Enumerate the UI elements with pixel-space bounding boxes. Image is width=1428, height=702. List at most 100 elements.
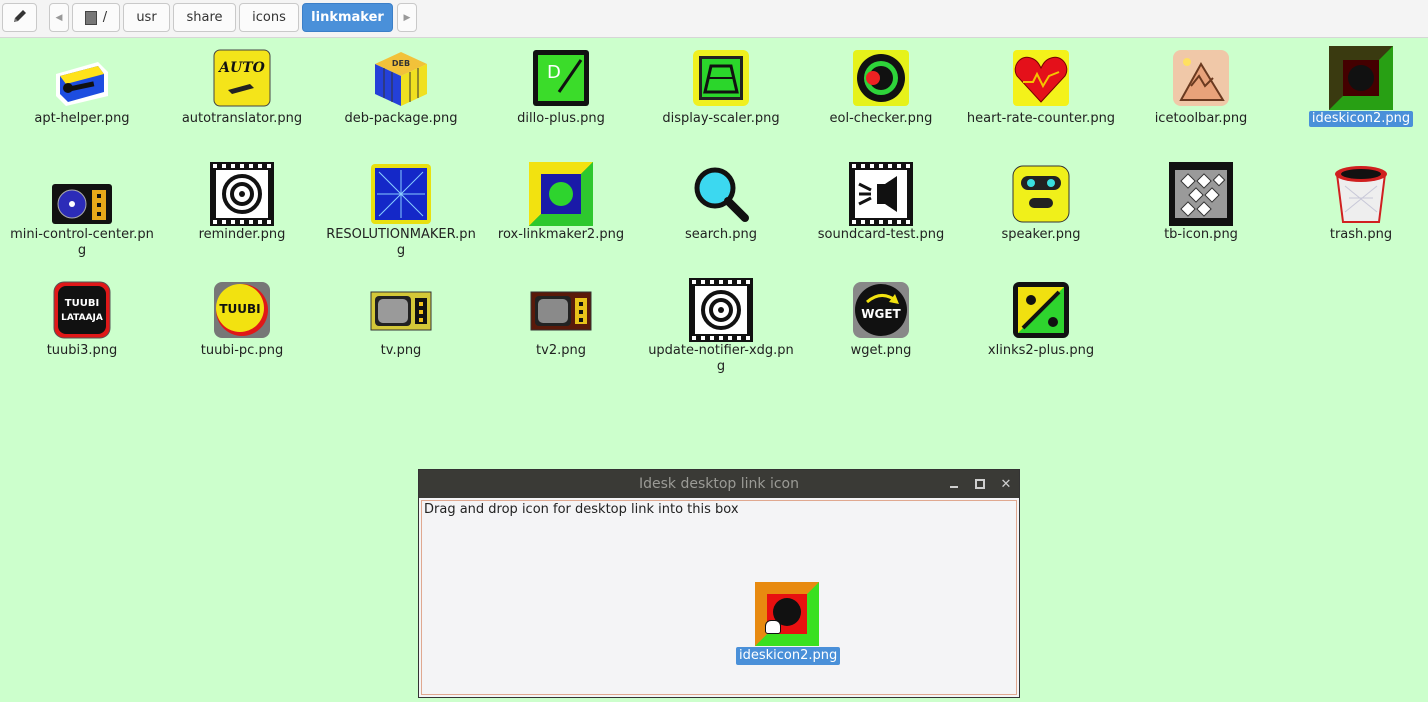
file-item[interactable]: update-notifier-xdg.png bbox=[641, 278, 801, 375]
mountain-icon bbox=[1169, 46, 1233, 110]
maximize-button[interactable] bbox=[971, 475, 989, 493]
crumb-icons-label: icons bbox=[252, 10, 286, 25]
deb-cube-icon: DEB bbox=[369, 46, 433, 110]
file-item[interactable]: icetoolbar.png bbox=[1121, 46, 1281, 127]
drive-icon bbox=[84, 10, 97, 25]
dropped-icon[interactable] bbox=[755, 582, 819, 646]
file-name: speaker.png bbox=[1001, 227, 1081, 242]
crumb-icons[interactable]: icons bbox=[239, 3, 299, 32]
file-item[interactable]: AUTO autotranslator.png bbox=[162, 46, 322, 127]
file-name-selected: ideskicon2.png bbox=[1308, 111, 1414, 127]
dialog-titlebar[interactable]: Idesk desktop link icon bbox=[419, 470, 1019, 498]
auto-icon-text: AUTO bbox=[217, 60, 265, 76]
file-item[interactable]: mini-control-center.png bbox=[2, 162, 162, 259]
dropped-icon-label: ideskicon2.png bbox=[736, 647, 841, 665]
file-item[interactable]: eol-checker.png bbox=[801, 46, 961, 127]
edit-location-button[interactable] bbox=[2, 3, 37, 32]
file-name: tuubi-pc.png bbox=[200, 343, 284, 358]
lataaja-icon-text: LATAAJA bbox=[61, 313, 103, 323]
file-item[interactable]: speaker.png bbox=[961, 162, 1121, 243]
file-item[interactable]: reminder.png bbox=[162, 162, 322, 243]
dialog-title: Idesk desktop link icon bbox=[638, 476, 799, 492]
xlinks-icon bbox=[1009, 278, 1073, 342]
ideskicon-icon bbox=[755, 582, 819, 646]
ideskicon-icon bbox=[1329, 46, 1393, 110]
file-name: tv.png bbox=[380, 343, 422, 358]
file-item[interactable]: tv2.png bbox=[481, 278, 641, 359]
file-item[interactable]: TUUBI tuubi-pc.png bbox=[162, 278, 322, 359]
file-name: update-notifier-xdg.png bbox=[648, 343, 794, 374]
file-name: rox-linkmaker2.png bbox=[497, 227, 625, 242]
file-name: tv2.png bbox=[536, 343, 586, 358]
file-name: apt-helper.png bbox=[34, 111, 130, 126]
filmstrip-spiral-icon bbox=[210, 162, 274, 226]
file-item[interactable]: trash.png bbox=[1281, 162, 1428, 243]
apt-helper-icon bbox=[50, 46, 114, 110]
file-item[interactable]: soundcard-test.png bbox=[801, 162, 961, 243]
crumb-root-label: / bbox=[102, 10, 108, 25]
crumb-linkmaker[interactable]: linkmaker bbox=[302, 3, 393, 32]
heart-icon bbox=[1009, 46, 1073, 110]
close-button[interactable]: ✕ bbox=[997, 475, 1015, 493]
auto-icon: AUTO bbox=[210, 46, 274, 110]
back-button[interactable]: ◀ bbox=[49, 3, 69, 32]
file-name: dillo-plus.png bbox=[517, 111, 605, 126]
idesk-dialog: Idesk desktop link icon ✕ Drag and drop … bbox=[418, 469, 1020, 698]
magnifier-icon bbox=[689, 162, 753, 226]
trash-icon bbox=[1329, 162, 1393, 226]
crumb-usr-label: usr bbox=[136, 10, 157, 25]
file-item[interactable]: heart-rate-counter.png bbox=[961, 46, 1121, 127]
chevron-left-icon: ◀ bbox=[55, 12, 63, 23]
file-item[interactable]: xlinks2-plus.png bbox=[961, 278, 1121, 359]
crumb-share-label: share bbox=[186, 10, 223, 25]
file-item[interactable]: display-scaler.png bbox=[641, 46, 801, 127]
file-item[interactable]: tb-icon.png bbox=[1121, 162, 1281, 243]
filmstrip-spiral-icon bbox=[689, 278, 753, 342]
grab-hand-icon bbox=[765, 620, 781, 634]
resolution-icon bbox=[369, 162, 433, 226]
tb-pattern-icon bbox=[1169, 162, 1233, 226]
file-item[interactable]: search.png bbox=[641, 162, 801, 243]
robot-face-icon bbox=[1009, 162, 1073, 226]
file-item[interactable]: DEB deb-package.png bbox=[321, 46, 481, 127]
file-name: deb-package.png bbox=[344, 111, 458, 126]
tv2-icon bbox=[529, 278, 593, 342]
drop-zone[interactable]: Drag and drop icon for desktop link into… bbox=[421, 500, 1017, 695]
file-item[interactable]: tv.png bbox=[321, 278, 481, 359]
wget-icon: WGET bbox=[849, 278, 913, 342]
file-name: icetoolbar.png bbox=[1154, 111, 1248, 126]
file-item[interactable]: D dillo-plus.png bbox=[481, 46, 641, 127]
chevron-right-icon: ▶ bbox=[403, 12, 411, 23]
deb-icon-text: DEB bbox=[392, 59, 410, 68]
close-icon: ✕ bbox=[1000, 476, 1012, 492]
tuubi-lataaja-icon: TUUBI LATAAJA bbox=[50, 278, 114, 342]
file-item[interactable]: RESOLUTIONMAKER.png bbox=[321, 162, 481, 259]
forward-button[interactable]: ▶ bbox=[397, 3, 417, 32]
file-name: reminder.png bbox=[198, 227, 286, 242]
tuubi-icon: TUUBI bbox=[210, 278, 274, 342]
dillo-icon: D bbox=[529, 46, 593, 110]
file-item[interactable]: TUUBI LATAAJA tuubi3.png bbox=[2, 278, 162, 359]
tv-icon bbox=[369, 278, 433, 342]
file-item[interactable]: apt-helper.png bbox=[2, 46, 162, 127]
file-item[interactable]: rox-linkmaker2.png bbox=[481, 162, 641, 243]
control-center-icon bbox=[50, 162, 114, 226]
file-name: display-scaler.png bbox=[662, 111, 780, 126]
file-name: heart-rate-counter.png bbox=[966, 111, 1116, 126]
minimize-icon bbox=[950, 486, 958, 488]
file-name: eol-checker.png bbox=[829, 111, 933, 126]
tuubi-pc-icon-text: TUUBI bbox=[219, 302, 260, 316]
file-item[interactable]: WGET wget.png bbox=[801, 278, 961, 359]
crumb-usr[interactable]: usr bbox=[123, 3, 170, 32]
file-name: soundcard-test.png bbox=[817, 227, 945, 242]
maximize-icon bbox=[975, 479, 985, 489]
file-item-selected[interactable]: ideskicon2.png bbox=[1281, 46, 1428, 127]
file-name: search.png bbox=[684, 227, 758, 242]
minimize-button[interactable] bbox=[945, 475, 963, 493]
crumb-share[interactable]: share bbox=[173, 3, 236, 32]
target-icon bbox=[849, 46, 913, 110]
crumb-root[interactable]: / bbox=[72, 3, 120, 32]
crumb-linkmaker-label: linkmaker bbox=[311, 10, 384, 25]
speaker-film-icon bbox=[849, 162, 913, 226]
file-name: wget.png bbox=[850, 343, 912, 358]
